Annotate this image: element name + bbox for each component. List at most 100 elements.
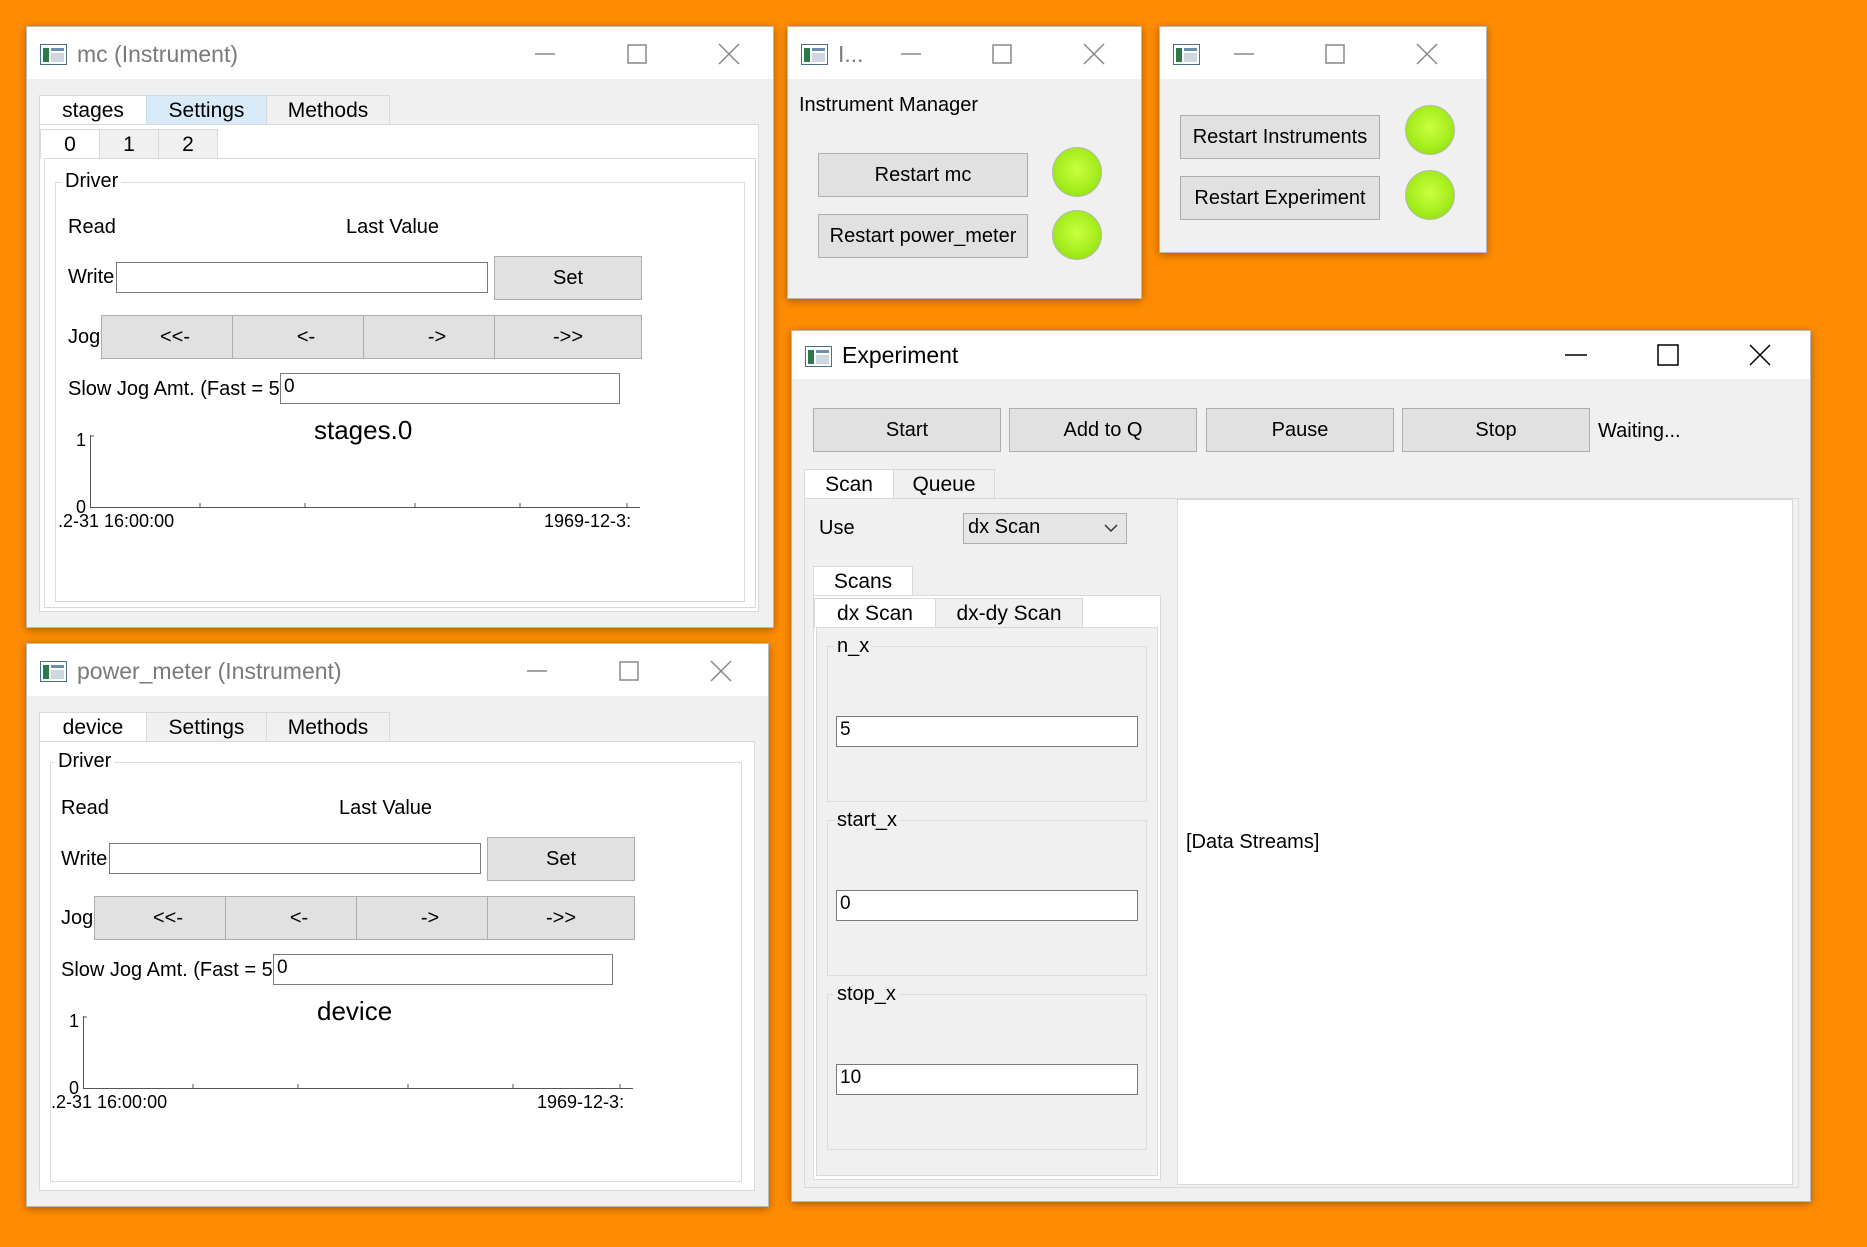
x-tick-right: 1969-12-3: — [537, 1092, 625, 1112]
minimize-icon[interactable] — [517, 654, 557, 688]
minimize-icon[interactable] — [1556, 338, 1596, 372]
data-streams-panel: [Data Streams] — [1177, 499, 1793, 1185]
device-panel: Driver Read Last Value Write Set Jog <<-… — [39, 741, 755, 1191]
restart-power-meter-button[interactable]: Restart power_meter — [818, 214, 1028, 258]
slow-jog-field[interactable]: 0 — [280, 373, 620, 404]
last-value-label: Last Value — [339, 797, 433, 819]
restart-instruments-button[interactable]: Restart Instruments — [1180, 115, 1380, 159]
app-icon — [805, 346, 832, 367]
window-title: Experiment — [842, 342, 959, 368]
stop-x-input[interactable]: 10 — [836, 1064, 1138, 1095]
stages-panel: 0 1 2 Driver Read Last Value Write Set J… — [39, 124, 759, 612]
tab-settings[interactable]: Settings — [146, 95, 267, 125]
pause-button[interactable]: Pause — [1206, 408, 1394, 452]
tab-scans[interactable]: Scans — [813, 566, 913, 596]
y-tick-top: 1 — [76, 430, 87, 450]
close-icon[interactable] — [1074, 37, 1114, 71]
subtab-2[interactable]: 2 — [158, 129, 218, 159]
dx-scan-panel: n_x 5 start_x 0 stop_x 10 — [816, 627, 1158, 1176]
stop-x-group: stop_x 10 — [827, 983, 1147, 1150]
jog-label: Jog — [68, 326, 101, 348]
manager-titlebar[interactable]: I... — [788, 27, 1141, 79]
close-icon[interactable] — [1407, 37, 1447, 71]
slow-jog-label: Slow Jog Amt. (Fast = 5x) — [68, 378, 297, 400]
tab-queue[interactable]: Queue — [893, 469, 995, 499]
close-icon[interactable] — [701, 654, 741, 688]
write-field[interactable] — [116, 262, 488, 293]
subtab-1[interactable]: 1 — [99, 129, 159, 159]
data-streams-label: [Data Streams] — [1186, 831, 1320, 853]
experiment-window: Experiment Start Add to Q Pause Stop Wai… — [791, 330, 1811, 1202]
maximize-icon[interactable] — [617, 37, 657, 71]
add-to-queue-button[interactable]: Add to Q — [1009, 408, 1197, 452]
manager-heading: Instrument Manager — [799, 94, 978, 116]
set-button[interactable]: Set — [487, 837, 635, 881]
tab-methods[interactable]: Methods — [266, 95, 390, 125]
jog-forward-button[interactable]: -> — [356, 896, 504, 940]
restart-titlebar[interactable] — [1160, 27, 1486, 79]
minimize-icon[interactable] — [525, 37, 565, 71]
write-label: Write — [68, 266, 115, 288]
maximize-icon[interactable] — [1648, 338, 1688, 372]
chevron-down-icon — [1104, 524, 1118, 533]
start-button[interactable]: Start — [813, 408, 1001, 452]
window-title: mc (Instrument) — [77, 41, 239, 67]
last-value-label: Last Value — [346, 216, 440, 238]
tab-settings[interactable]: Settings — [146, 712, 267, 742]
jog-fast-forward-button[interactable]: ->> — [487, 896, 635, 940]
stop-x-label: stop_x — [834, 983, 899, 1006]
subtab-0[interactable]: 0 — [40, 129, 100, 159]
tab-device[interactable]: device — [39, 712, 147, 742]
jog-fast-back-button[interactable]: <<- — [101, 315, 249, 359]
write-field[interactable] — [109, 843, 481, 874]
x-tick-left: .2-31 16:00:00 — [58, 511, 175, 531]
plot-axes — [90, 435, 640, 508]
scan-type-select[interactable]: dx Scan — [963, 513, 1127, 544]
start-x-label: start_x — [834, 809, 901, 832]
maximize-icon[interactable] — [609, 654, 649, 688]
driver-group-label: Driver — [55, 750, 115, 773]
window-title: I... — [838, 41, 864, 67]
experiment-titlebar[interactable]: Experiment — [792, 331, 1810, 379]
close-icon[interactable] — [1740, 338, 1780, 372]
read-label: Read — [61, 797, 109, 819]
minimize-icon[interactable] — [1224, 37, 1264, 71]
mc-instrument-window: mc (Instrument) stages Settings Methods … — [26, 26, 774, 628]
driver-group-label: Driver — [62, 170, 122, 193]
app-icon — [40, 44, 67, 65]
mc-titlebar[interactable]: mc (Instrument) — [27, 27, 773, 79]
scan-panel: Use dx Scan Scans dx Scan dx-dy Scan n_x… — [804, 498, 1799, 1188]
set-button[interactable]: Set — [494, 256, 642, 300]
driver-group: Driver Read Last Value Write Set Jog <<-… — [55, 170, 745, 602]
status-text: Waiting... — [1598, 420, 1681, 442]
tab-methods[interactable]: Methods — [266, 712, 390, 742]
power-meter-titlebar[interactable]: power_meter (Instrument) — [27, 644, 768, 696]
maximize-icon[interactable] — [1315, 37, 1355, 71]
restart-mc-button[interactable]: Restart mc — [818, 153, 1028, 197]
jog-forward-button[interactable]: -> — [363, 315, 511, 359]
jog-fast-back-button[interactable]: <<- — [94, 896, 242, 940]
plot-axes — [83, 1016, 633, 1089]
slow-jog-field[interactable]: 0 — [273, 954, 613, 985]
tab-stages[interactable]: stages — [39, 95, 147, 125]
minimize-icon[interactable] — [891, 37, 931, 71]
jog-back-button[interactable]: <- — [232, 315, 380, 359]
window-title: power_meter (Instrument) — [77, 658, 342, 684]
scans-panel: dx Scan dx-dy Scan n_x 5 start_x 0 stop_… — [813, 595, 1161, 1180]
close-icon[interactable] — [709, 37, 749, 71]
start-x-input[interactable]: 0 — [836, 890, 1138, 921]
tab-dx-scan[interactable]: dx Scan — [814, 598, 936, 628]
n-x-input[interactable]: 5 — [836, 716, 1138, 747]
app-icon — [1173, 44, 1200, 65]
restart-experiment-button[interactable]: Restart Experiment — [1180, 176, 1380, 220]
stop-button[interactable]: Stop — [1402, 408, 1590, 452]
slow-jog-label: Slow Jog Amt. (Fast = 5x) — [61, 959, 290, 981]
jog-fast-forward-button[interactable]: ->> — [494, 315, 642, 359]
tab-dx-dy-scan[interactable]: dx-dy Scan — [935, 598, 1083, 628]
y-tick-top: 1 — [69, 1011, 80, 1031]
tab-scan[interactable]: Scan — [804, 469, 894, 499]
read-label: Read — [68, 216, 116, 238]
jog-back-button[interactable]: <- — [225, 896, 373, 940]
instrument-manager-window: I... Instrument Manager Restart mc Resta… — [787, 26, 1142, 299]
maximize-icon[interactable] — [982, 37, 1022, 71]
